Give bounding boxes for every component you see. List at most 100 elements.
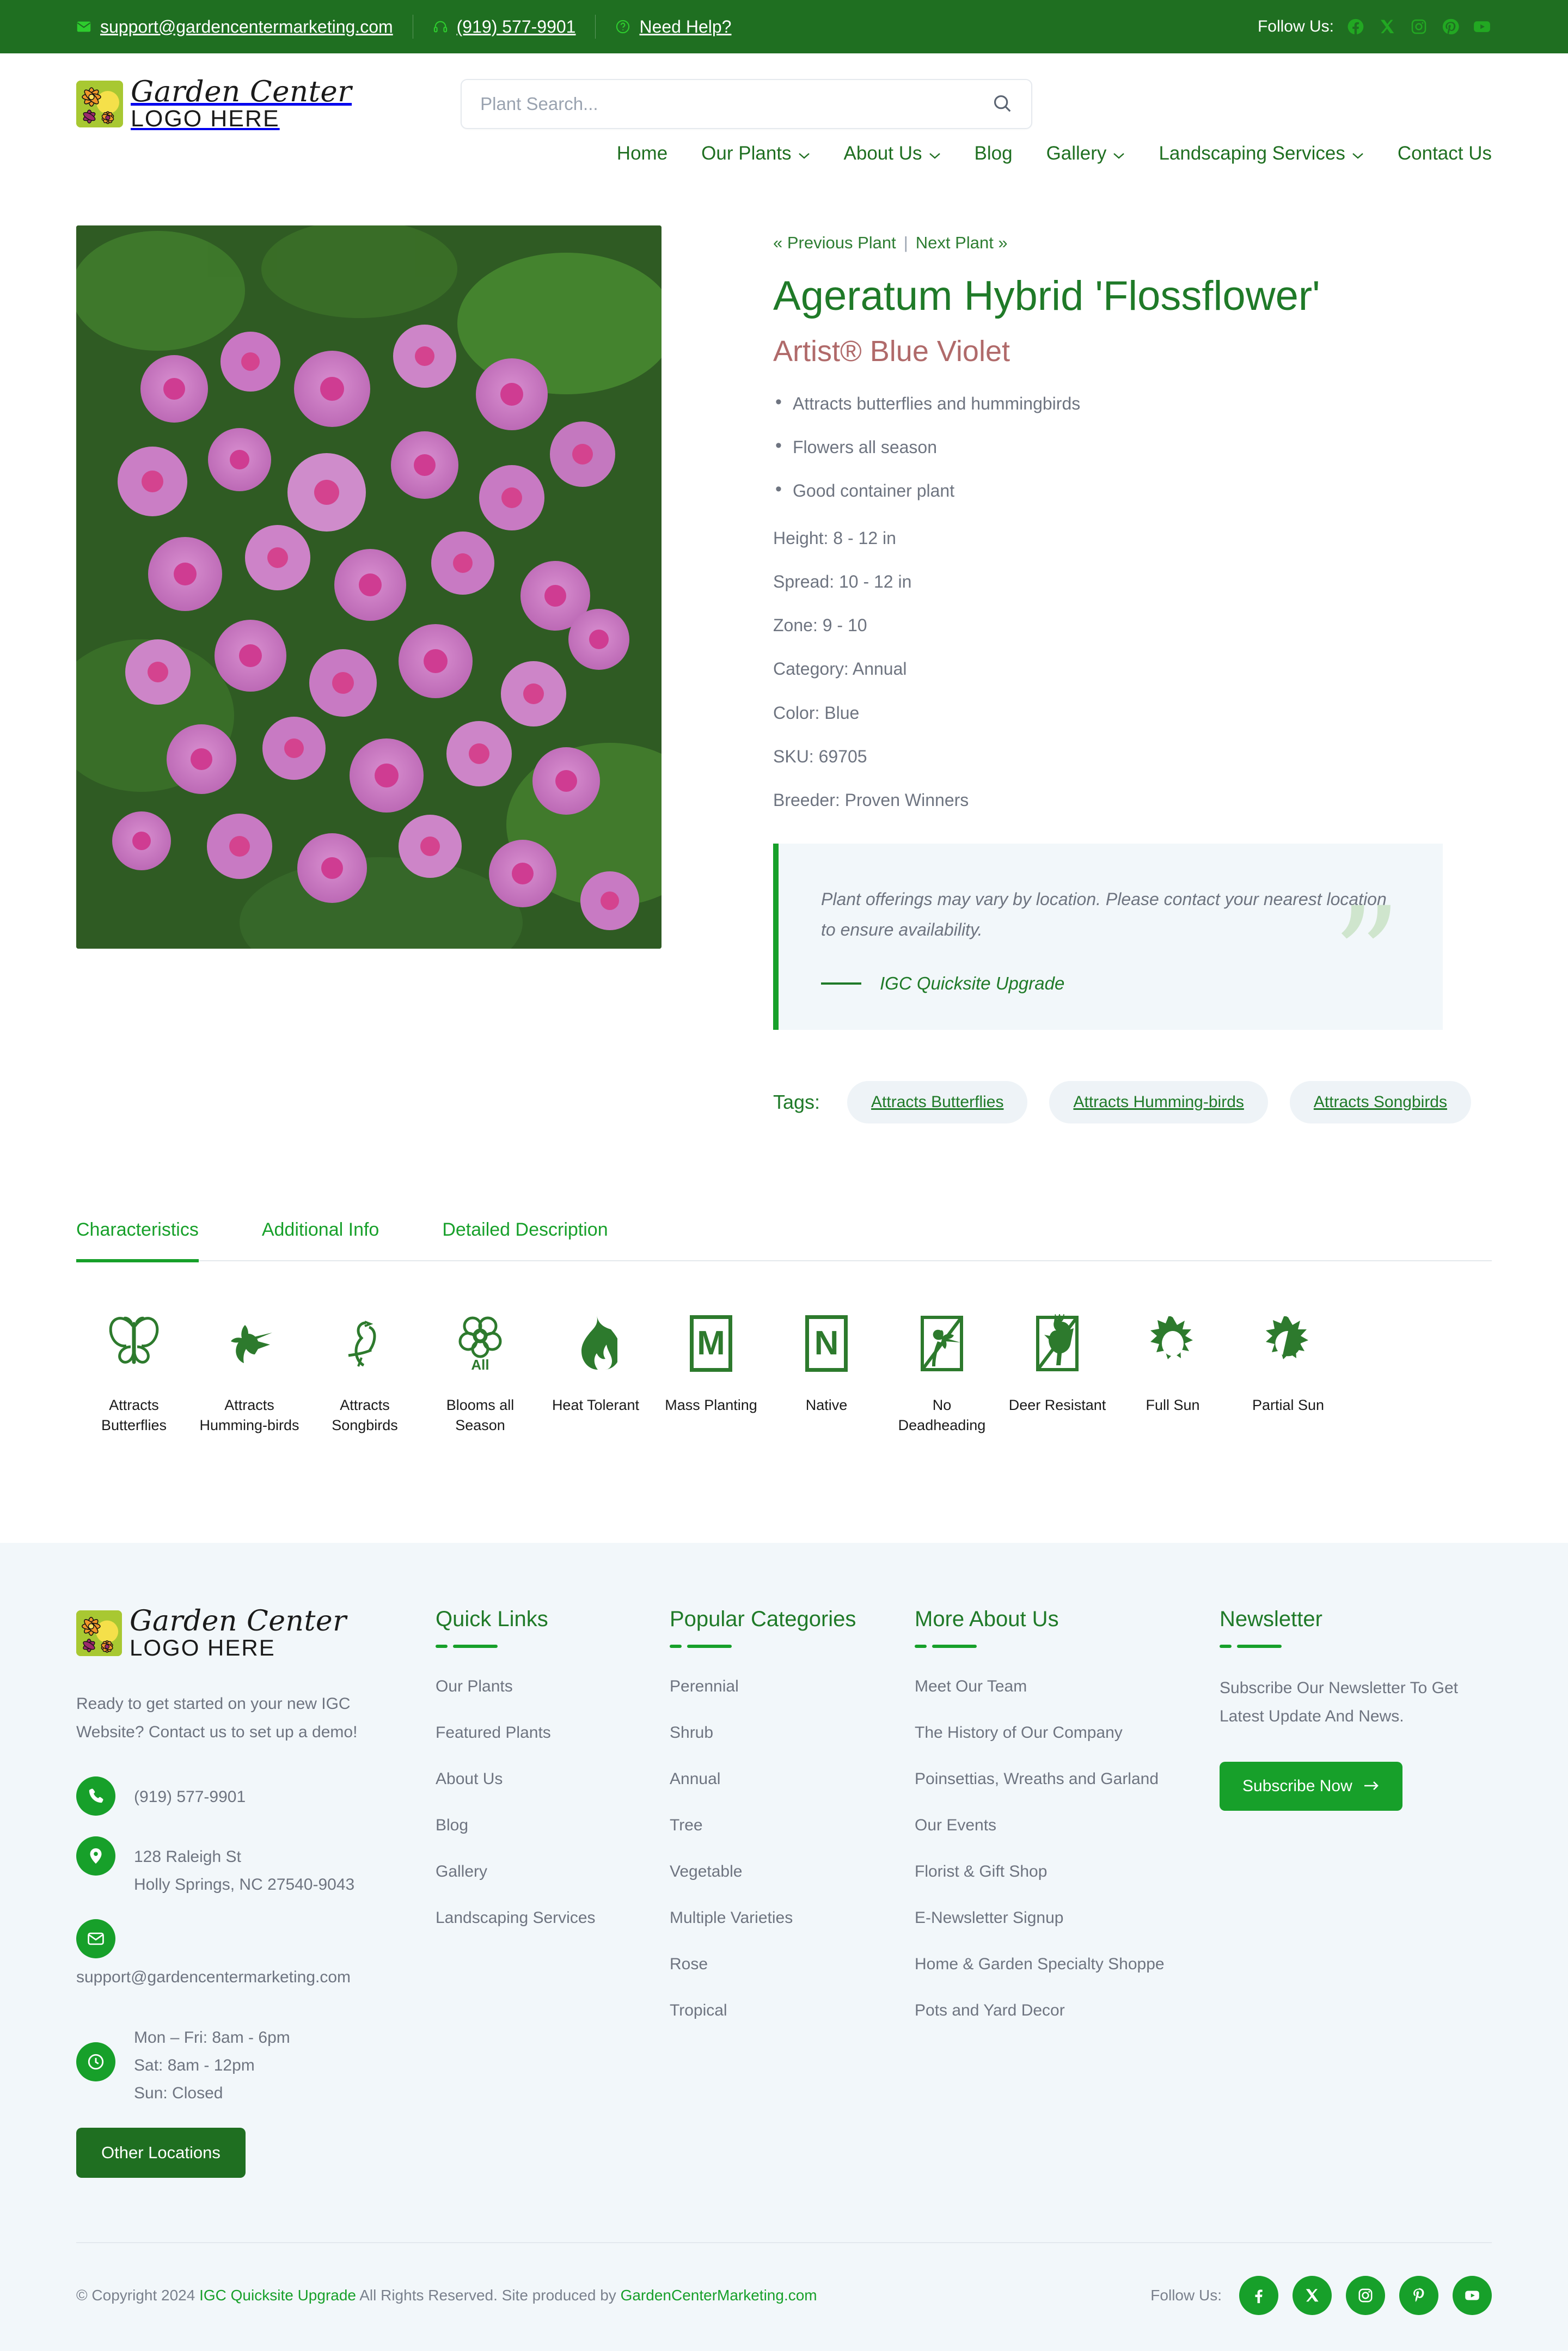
follow-us-label: Follow Us: (1257, 17, 1334, 35)
x-twitter-icon[interactable] (1293, 2275, 1332, 2315)
list-item: Florist & Gift Shop (915, 1862, 1048, 1880)
youtube-icon[interactable] (1453, 2275, 1492, 2315)
flower-all-icon: All (422, 1308, 538, 1379)
list-item: Tree (670, 1816, 703, 1834)
characteristic-attracts-hummingbirds: Attracts Humming-birds (192, 1308, 307, 1435)
list-item: Featured Plants (436, 1723, 551, 1742)
youtube-icon[interactable] (1472, 17, 1492, 36)
footer-address-line1: 128 Raleigh St (134, 1847, 241, 1866)
topbar-help-text: Need Help? (639, 16, 732, 36)
flame-icon (538, 1308, 653, 1379)
plant-photo (76, 225, 661, 949)
site-header: Garden Center LOGO HERE Home Our (0, 53, 1568, 194)
letter-n-icon: N (769, 1308, 884, 1379)
top-utility-bar: support@gardencentermarketing.com (919) … (0, 0, 1568, 53)
footer-logo[interactable]: Garden Center LOGO HERE (76, 1607, 403, 1659)
list-item: The History of Our Company (915, 1723, 1123, 1742)
search-input[interactable] (480, 94, 993, 114)
spec-category: Category: Annual (773, 659, 907, 679)
list-item: Poinsettias, Wreaths and Garland (915, 1769, 1159, 1788)
nav-item-home: Home (617, 143, 667, 164)
characteristic-label: Attracts Humming-birds (199, 1397, 299, 1433)
plant-tabs-section: Characteristics Additional Info Detailed… (76, 1219, 1492, 1500)
copyright-producer-link[interactable]: GardenCenterMarketing.com (621, 2287, 817, 2304)
tag-attracts-hummingbirds[interactable]: Attracts Humming-birds (1049, 1081, 1268, 1124)
full-sun-icon (1115, 1308, 1230, 1379)
footer-social-group: Follow Us: (1150, 2275, 1492, 2315)
heading-underline (670, 1644, 915, 1648)
characteristic-label: Deer Resistant (1008, 1397, 1106, 1414)
subscribe-button-label: Subscribe Now (1242, 1776, 1352, 1795)
list-item: Blog (436, 1816, 469, 1834)
pinterest-icon[interactable] (1399, 2275, 1438, 2315)
spec-sku: SKU: 69705 (773, 746, 867, 766)
list-item: Our Plants (436, 1677, 513, 1695)
plant-cultivar: Artist® Blue Violet (773, 334, 1010, 368)
tab-additional-info[interactable]: Additional Info (262, 1219, 379, 1262)
instagram-icon[interactable] (1409, 17, 1429, 36)
footer-bottom-bar: © Copyright 2024 IGC Quicksite Upgrade A… (76, 2242, 1492, 2351)
plant-specifications: Height: 8 - 12 in Spread: 10 - 12 in Zon… (773, 528, 1493, 810)
top-contact-group: support@gardencentermarketing.com (919) … (76, 15, 731, 39)
facebook-icon[interactable] (1239, 2275, 1278, 2315)
footer-quick-links-list: Our Plants Featured Plants About Us Blog… (436, 1674, 670, 1930)
footer-phone[interactable]: (919) 577-9901 (76, 1776, 403, 1816)
tag-attracts-songbirds[interactable]: Attracts Songbirds (1289, 1081, 1471, 1124)
list-item: Tropical (670, 2001, 727, 2019)
page-title: Ageratum Hybrid 'Flossflower' (773, 273, 1320, 319)
no-deadheading-icon (884, 1308, 1000, 1379)
nav-label: Home (616, 143, 668, 164)
nav-label: Gallery (1046, 143, 1107, 164)
spec-spread: Spread: 10 - 12 in (773, 571, 912, 591)
question-circle-icon (615, 19, 630, 34)
topbar-email-link[interactable]: support@gardencentermarketing.com (76, 17, 393, 37)
next-plant-link[interactable]: Next Plant » (916, 233, 1008, 252)
topbar-help-link[interactable]: Need Help? (615, 17, 731, 37)
pinterest-icon[interactable] (1441, 17, 1460, 36)
cite-dash (821, 982, 861, 985)
divider (595, 15, 596, 39)
facebook-icon[interactable] (1346, 17, 1365, 36)
characteristic-label: Attracts Butterflies (101, 1397, 167, 1433)
footer-email[interactable] (76, 1919, 403, 1958)
footer-logo-sub-text: LOGO HERE (130, 1634, 275, 1660)
tab-characteristics[interactable]: Characteristics (76, 1219, 199, 1263)
subscribe-now-button[interactable]: Subscribe Now (1220, 1761, 1402, 1811)
copyright-brand-link[interactable]: IGC Quicksite Upgrade (199, 2287, 356, 2304)
footer-company-column: Garden Center LOGO HERE Ready to get sta… (76, 1607, 436, 2178)
topbar-phone-link[interactable]: (919) 577-9901 (433, 17, 575, 37)
callout-attribution: IGC Quicksite Upgrade (880, 973, 1065, 994)
characteristic-label: Full Sun (1146, 1397, 1200, 1414)
availability-callout: Plant offerings may vary by location. Pl… (773, 844, 1443, 1030)
search-submit-button[interactable] (992, 93, 1013, 115)
site-logo[interactable]: Garden Center LOGO HERE (76, 77, 352, 131)
characteristic-attracts-butterflies: Attracts Butterflies (76, 1308, 192, 1435)
characteristic-label: Attracts Songbirds (332, 1397, 398, 1433)
letter-m-icon: M (653, 1308, 769, 1379)
list-item: Home & Garden Specialty Shoppe (915, 1955, 1165, 1973)
envelope-icon (76, 19, 91, 34)
footer-newsletter-column: Newsletter Subscribe Our Newsletter To G… (1220, 1607, 1492, 2178)
previous-plant-link[interactable]: « Previous Plant (773, 233, 896, 252)
tab-detailed-description[interactable]: Detailed Description (442, 1219, 608, 1262)
footer-popular-categories-title: Popular Categories (670, 1607, 856, 1631)
top-social-group: Follow Us: (1258, 17, 1492, 36)
letter-m-badge: M (690, 1315, 732, 1372)
x-twitter-icon[interactable] (1377, 17, 1397, 36)
tags-label: Tags: (773, 1091, 820, 1114)
envelope-icon (76, 1919, 115, 1958)
characteristic-full-sun: Full Sun (1115, 1308, 1230, 1415)
nav-label: Our Plants (701, 143, 792, 164)
search-icon (992, 93, 1013, 115)
spec-color: Color: Blue (773, 703, 860, 723)
plant-search-box[interactable] (461, 79, 1033, 129)
tag-attracts-butterflies[interactable]: Attracts Butterflies (847, 1081, 1028, 1124)
footer-hours: Mon – Fri: 8am - 6pm Sat: 8am - 12pm Sun… (76, 2017, 403, 2107)
arrow-right-icon (1363, 1777, 1380, 1796)
list-item: Gallery (436, 1862, 488, 1880)
footer-email-text[interactable]: support@gardencentermarketing.com (76, 1968, 403, 1987)
instagram-icon[interactable] (1346, 2275, 1385, 2315)
topbar-email-text: support@gardencentermarketing.com (100, 16, 393, 36)
footer-address-line2: Holly Springs, NC 27540-9043 (134, 1875, 355, 1894)
other-locations-button[interactable]: Other Locations (76, 2127, 246, 2178)
